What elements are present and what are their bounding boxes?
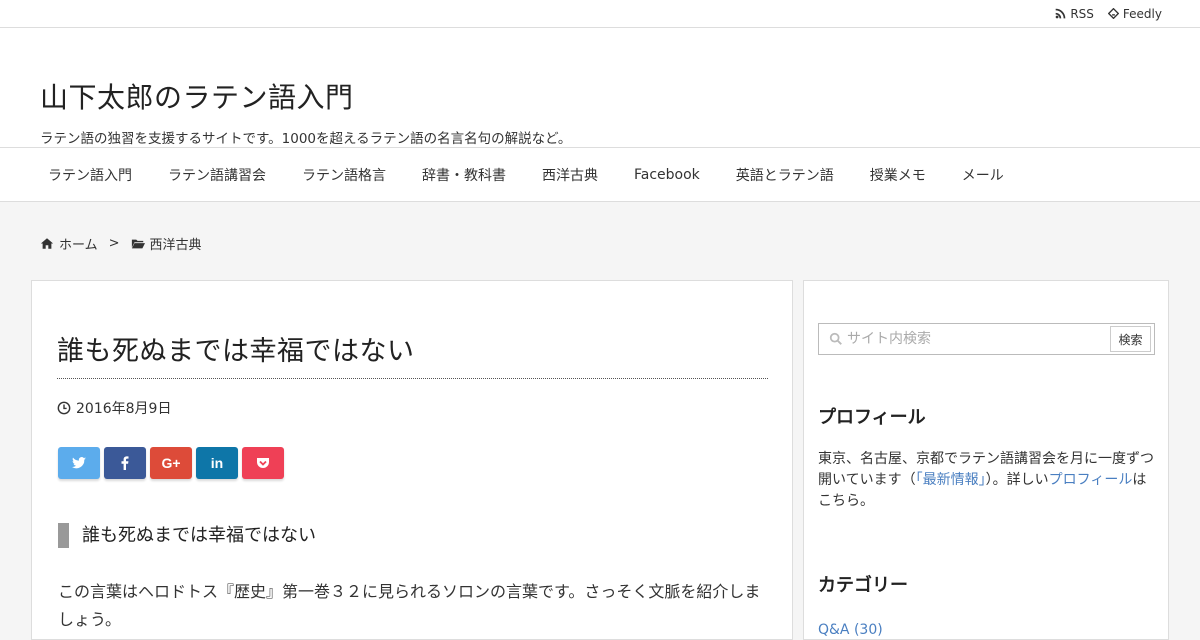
pocket-share-button[interactable] xyxy=(242,447,284,479)
profile-text-part: ）。詳しい xyxy=(985,472,1049,488)
facebook-icon xyxy=(121,456,129,470)
category-widget-title: カテゴリー xyxy=(818,575,908,596)
profile-widget-title: プロフィール xyxy=(818,407,926,428)
nav-item-mail[interactable]: メール xyxy=(944,165,1022,185)
home-icon xyxy=(40,238,54,249)
rss-label: RSS xyxy=(1070,6,1094,21)
pocket-icon xyxy=(257,458,269,468)
nav-item-latin-intro[interactable]: ラテン語入門 xyxy=(30,165,150,185)
post-title: 誰も死ぬまでは幸福ではない xyxy=(57,336,415,367)
post-date-text: 2016年8月9日 xyxy=(76,401,172,417)
site-header: 山下太郎のラテン語入門 ラテン語の独習を支援するサイトです。1000を超えるラテ… xyxy=(0,28,1200,148)
breadcrumb-separator: > xyxy=(108,236,120,251)
nav-item-class-notes[interactable]: 授業メモ xyxy=(852,165,944,185)
search-input[interactable] xyxy=(847,324,1107,354)
rss-link[interactable]: RSS xyxy=(1055,7,1094,21)
sidebar: 検索 プロフィール 東京、名古屋、京都でラテン語講習会を月に一度ずつ開いています… xyxy=(803,280,1169,640)
search-icon xyxy=(829,332,842,345)
rss-icon xyxy=(1056,8,1066,19)
nav-item-english-latin[interactable]: 英語とラテン語 xyxy=(718,165,852,185)
linkedin-share-button[interactable]: in xyxy=(196,447,238,479)
feedly-label: Feedly xyxy=(1122,6,1162,21)
top-bar: RSS Feedly xyxy=(0,0,1200,28)
global-nav: ラテン語入門 ラテン語講習会 ラテン語格言 辞書・教科書 西洋古典 Facebo… xyxy=(0,148,1200,202)
title-divider xyxy=(57,378,768,379)
category-item-qa[interactable]: Q&A (30) xyxy=(818,622,883,638)
share-buttons: G+ in xyxy=(58,447,284,479)
breadcrumb-home[interactable]: ホーム xyxy=(59,234,98,253)
latest-info-link[interactable]: 「最新情報」 xyxy=(916,472,986,488)
site-title[interactable]: 山下太郎のラテン語入門 xyxy=(40,76,354,116)
google-plus-share-button[interactable]: G+ xyxy=(150,447,192,479)
google-plus-icon: G+ xyxy=(161,455,181,471)
search-button[interactable]: 検索 xyxy=(1110,326,1151,352)
folder-open-icon xyxy=(131,239,145,249)
search-box: 検索 xyxy=(818,323,1155,355)
clock-icon xyxy=(57,401,71,415)
breadcrumb: ホーム > 西洋古典 xyxy=(40,234,202,253)
nav-item-latin-maxims[interactable]: ラテン語格言 xyxy=(284,165,404,185)
profile-link[interactable]: プロフィール xyxy=(1049,472,1133,488)
breadcrumb-category[interactable]: 西洋古典 xyxy=(150,234,202,253)
nav-item-facebook[interactable]: Facebook xyxy=(616,167,718,183)
nav-item-dictionaries[interactable]: 辞書・教科書 xyxy=(404,165,524,185)
feedly-icon xyxy=(1107,8,1119,19)
linkedin-icon: in xyxy=(210,455,224,471)
site-description: ラテン語の独習を支援するサイトです。1000を超えるラテン語の名言名句の解説など… xyxy=(40,131,572,147)
feedly-link[interactable]: Feedly xyxy=(1107,6,1162,21)
post-date: 2016年8月9日 xyxy=(57,398,171,418)
facebook-share-button[interactable] xyxy=(104,447,146,479)
profile-text: 東京、名古屋、京都でラテン語講習会を月に一度ずつ開いています（「最新情報」）。詳… xyxy=(818,449,1158,512)
top-links: RSS Feedly xyxy=(1055,0,1162,27)
post-body-paragraph: この言葉はヘロドトス『歴史』第一巻３２に見られるソロンの言葉です。さっそく文脈を… xyxy=(58,582,761,629)
nav-item-western-classics[interactable]: 西洋古典 xyxy=(524,165,616,185)
twitter-icon xyxy=(72,457,86,469)
nav-item-latin-course[interactable]: ラテン語講習会 xyxy=(150,165,284,185)
twitter-share-button[interactable] xyxy=(58,447,100,479)
section-heading: 誰も死ぬまでは幸福ではない xyxy=(58,523,316,548)
article: 誰も死ぬまでは幸福ではない 2016年8月9日 G+ in 誰も死ぬまでは幸福で… xyxy=(31,280,793,640)
